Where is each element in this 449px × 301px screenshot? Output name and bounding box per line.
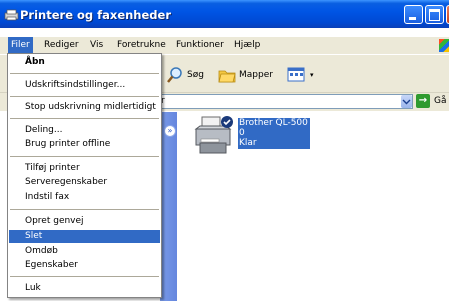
menu-hjaelp[interactable]: Hjælp [234,40,260,50]
address-dropdown-button[interactable] [401,95,412,108]
menu-separator [10,118,159,119]
menu-filer[interactable]: Filer [8,37,33,54]
folders-label: Mapper [239,70,273,80]
menu-item-setup-fax[interactable]: Indstil fax [9,191,160,204]
printer-item-label[interactable]: Brother QL-500 0 Klar [238,118,310,149]
menu-item-add-printer[interactable]: Tilføj printer [9,162,160,175]
windows-logo-icon [439,39,449,52]
menu-separator [10,209,159,210]
folders-button[interactable]: Mapper [218,65,273,85]
title-bar[interactable]: Printere og faxenheder [0,0,449,28]
menu-separator [10,156,159,157]
menu-separator [10,73,159,74]
file-menu: Åbn Udskriftsindstillinger... Stop udskr… [7,53,162,298]
menu-vis[interactable]: Vis [90,40,103,50]
menu-separator [10,276,159,277]
menu-separator [10,96,159,97]
printer-status: Klar [239,138,257,148]
arrow-right-icon: → [418,95,428,106]
address-input[interactable]: r [158,94,413,109]
printer-folder-icon [4,9,19,21]
menu-item-use-offline[interactable]: Brug printer offline [9,138,160,151]
printer-jobs: 0 [239,128,245,138]
collapse-chevron-icon[interactable]: » [164,125,176,137]
menu-rediger[interactable]: Rediger [44,40,79,50]
menu-item-open[interactable]: Åbn [9,56,160,69]
chevron-down-icon: ▾ [310,71,314,79]
menu-item-create-shortcut[interactable]: Opret genvej [9,215,160,228]
chevron-down-icon [402,99,411,105]
minimize-button[interactable] [404,5,423,24]
menu-item-properties[interactable]: Egenskaber [9,259,160,272]
menu-item-delete[interactable]: Slet [9,230,160,243]
menu-item-server-properties[interactable]: Serveregenskaber [9,176,160,189]
menu-item-pause-printing[interactable]: Stop udskrivning midlertidigt [9,101,160,114]
menu-item-print-preferences[interactable]: Udskriftsindstillinger... [9,79,160,92]
go-button[interactable]: → [416,94,430,108]
menu-funktioner[interactable]: Funktioner [176,40,224,50]
search-label: Søg [187,70,204,80]
maximize-button[interactable] [425,5,444,24]
views-button[interactable]: ▾ [287,65,314,85]
menu-item-rename[interactable]: Omdøb [9,245,160,258]
search-button[interactable]: Søg [166,65,204,85]
folder-icon [218,70,236,83]
window-title: Printere og faxenheder [20,8,171,22]
task-pane [160,112,177,301]
menu-item-sharing[interactable]: Deling... [9,124,160,137]
views-icon [287,67,305,82]
printer-name: Brother QL-500 [239,118,308,128]
search-icon [167,67,182,83]
menu-item-close[interactable]: Luk [9,282,160,295]
menu-bar: Filer Rediger Vis Foretrukne Funktioner … [0,37,449,54]
go-label[interactable]: Gå [434,96,447,106]
menu-foretrukne[interactable]: Foretrukne [117,40,166,50]
printer-default-icon[interactable] [193,115,238,157]
